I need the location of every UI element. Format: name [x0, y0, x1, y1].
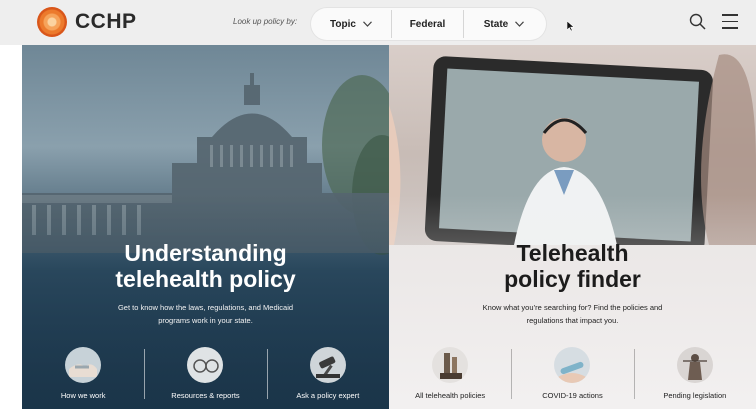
right-quick-links: All telehealth policies COVID-19 actions…: [389, 341, 756, 409]
panel-description: Know what you’re searching for? Find the…: [429, 301, 716, 327]
state-label: State: [483, 18, 509, 30]
covid-19-actions-link[interactable]: COVID-19 actions: [511, 341, 633, 409]
understanding-policy-panel[interactable]: Understanding telehealth policy Get to k…: [22, 45, 389, 409]
state-dropdown[interactable]: State: [464, 8, 544, 40]
gavel-thumbnail: [309, 347, 346, 383]
link-label: Resources & reports: [171, 391, 240, 400]
how-we-work-link[interactable]: How we work: [22, 341, 144, 409]
link-label: COVID-19 actions: [542, 391, 603, 400]
pending-legislation-link[interactable]: Pending legislation: [633, 341, 756, 409]
search-icon[interactable]: [689, 13, 706, 30]
title-line: Telehealth: [516, 240, 629, 266]
title-line: policy finder: [504, 266, 641, 292]
title-line: telehealth policy: [115, 266, 296, 292]
title-line: Understanding: [124, 240, 287, 266]
topic-dropdown[interactable]: Topic: [311, 8, 391, 40]
chevron-down-icon: [515, 21, 525, 27]
vaccine-thumbnail: [554, 347, 591, 383]
panel-title: Telehealth policy finder: [389, 240, 756, 292]
federal-button[interactable]: Federal: [392, 8, 463, 40]
link-label: Pending legislation: [663, 391, 727, 400]
left-quick-links: How we work Resources & reports Ask a po…: [22, 341, 389, 409]
all-telehealth-policies-link[interactable]: All telehealth policies: [389, 341, 511, 409]
logo-mark-icon: [37, 7, 67, 37]
policy-filter-bar: Topic Federal State: [311, 8, 546, 40]
justice-statue-thumbnail: [676, 347, 713, 383]
handshake-thumbnail: [65, 347, 102, 383]
panel-title: Understanding telehealth policy: [22, 240, 389, 292]
desc-line: Know what you’re searching for? Find the…: [482, 303, 663, 312]
mouse-cursor-icon: [567, 21, 574, 31]
brand-name: CCHP: [75, 10, 137, 33]
menu-icon[interactable]: [722, 14, 738, 29]
link-label: All telehealth policies: [415, 391, 486, 400]
policy-finder-panel[interactable]: Telehealth policy finder Know what you’r…: [389, 45, 756, 409]
topic-label: Topic: [330, 18, 356, 30]
documents-thumbnail: [432, 347, 469, 383]
resources-reports-link[interactable]: Resources & reports: [144, 341, 266, 409]
ask-policy-expert-link[interactable]: Ask a policy expert: [266, 341, 389, 409]
lookup-label: Look up policy by:: [233, 17, 298, 26]
federal-label: Federal: [409, 18, 446, 30]
cchp-logo[interactable]: CCHP: [37, 7, 137, 37]
desc-line: regulations that impact you.: [526, 316, 619, 325]
glasses-thumbnail: [187, 347, 224, 383]
desc-line: programs work in your state.: [158, 316, 253, 325]
link-label: How we work: [60, 391, 106, 400]
site-header: CCHP Look up policy by: Topic Federal St…: [0, 0, 756, 45]
panel-description: Get to know how the laws, regulations, a…: [62, 301, 349, 327]
desc-line: Get to know how the laws, regulations, a…: [117, 303, 294, 312]
chevron-down-icon: [363, 21, 372, 27]
link-label: Ask a policy expert: [296, 391, 360, 400]
